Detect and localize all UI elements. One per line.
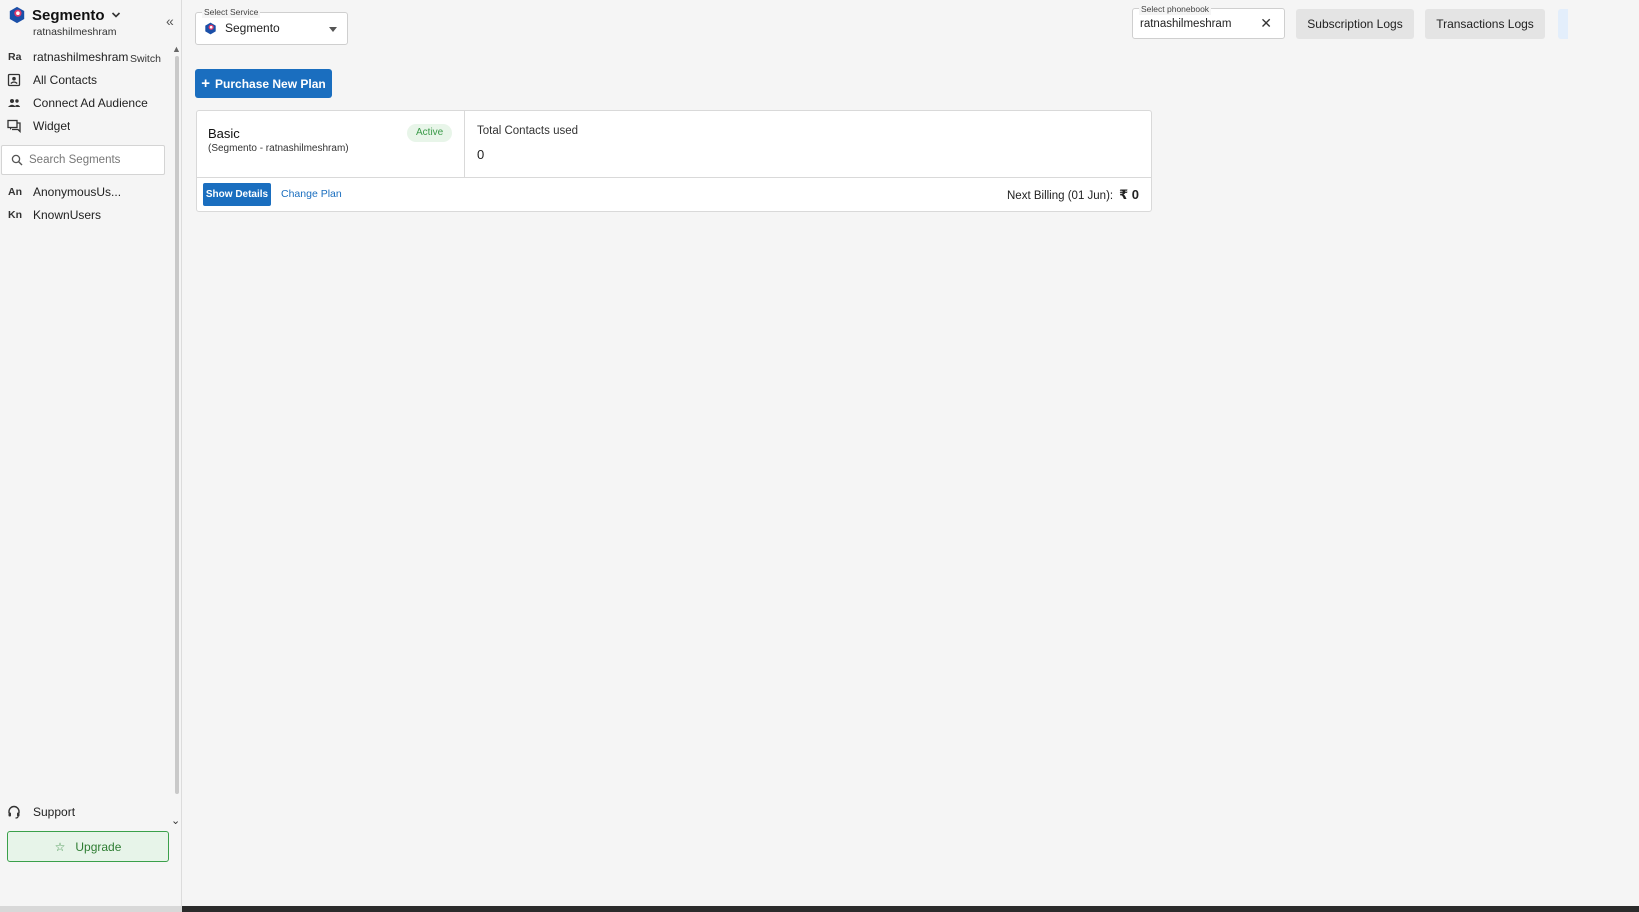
contacts-used-value: 0 (477, 147, 485, 162)
search-icon (11, 154, 23, 166)
sidebar-item-support[interactable]: Support (0, 801, 170, 823)
close-icon[interactable]: ✕ (1260, 15, 1272, 32)
sidebar-item-widget[interactable]: Widget (0, 115, 170, 137)
star-icon: ☆ (54, 839, 66, 854)
sidebar-item-connect-ad-audience[interactable]: Connect Ad Audience (0, 92, 170, 114)
purchase-new-plan-button[interactable]: + Purchase New Plan (195, 69, 332, 98)
show-details-button[interactable]: Show Details (203, 183, 271, 206)
caret-down-icon (329, 27, 337, 32)
taskbar-strip (0, 906, 1639, 912)
purchase-label: Purchase New Plan (215, 76, 326, 91)
upgrade-button[interactable]: ☆ Upgrade (7, 831, 169, 862)
plus-icon: + (201, 75, 211, 92)
transactions-logs-button[interactable]: Transactions Logs (1425, 9, 1545, 39)
plan-summary: Basic (Segmento - ratnashilmeshram) Acti… (197, 111, 465, 177)
plan-name: Basic (208, 126, 240, 141)
segment-label: AnonymousUs... (33, 185, 122, 199)
select-service-label: Select Service (202, 6, 261, 18)
segment-search-box[interactable] (1, 145, 165, 175)
sidebar-item-label: Widget (33, 119, 71, 133)
select-phonebook-field[interactable]: Select phonebook ratnashilmeshram ✕ (1132, 3, 1285, 39)
sidebar-item-label: All Contacts (33, 73, 98, 87)
switch-phonebook-link[interactable]: Switch (130, 53, 161, 65)
contacts-used-label: Total Contacts used (477, 125, 579, 137)
plan-card: Basic (Segmento - ratnashilmeshram) Acti… (196, 110, 1152, 212)
phonebook-avatar: Ra (8, 51, 22, 63)
sidebar-item-label: Support (33, 805, 76, 819)
double-chevron-left-icon[interactable]: « (166, 14, 174, 28)
change-plan-link[interactable]: Change Plan (281, 188, 342, 200)
account-name: ratnashilmeshram (33, 26, 117, 38)
select-service-dropdown[interactable]: Select Service Segmento (195, 6, 348, 45)
contacts-icon (0, 73, 33, 87)
app-name: Segmento (32, 6, 105, 24)
phonebook-label: ratnashilmeshram (33, 50, 129, 64)
segmento-logo-icon (205, 22, 216, 34)
sidebar-bottom-strip (0, 906, 182, 912)
plan-subtitle: (Segmento - ratnashilmeshram) (208, 143, 349, 154)
next-billing-label: Next Billing (01 Jun): (1007, 190, 1114, 202)
next-billing-amount: ₹ 0 (1119, 187, 1139, 202)
segment-avatar: An (8, 186, 22, 198)
upgrade-label: Upgrade (75, 839, 122, 854)
select-phonebook-value: ratnashilmeshram (1140, 18, 1232, 30)
sidebar-scrollbar[interactable] (175, 56, 179, 794)
search-segments-input[interactable] (29, 154, 159, 166)
status-badge: Active (407, 124, 453, 142)
next-billing: Next Billing (01 Jun): ₹ 0 (1007, 187, 1139, 203)
sidebar: Segmento ratnashilmeshram « Ra ratnashil… (0, 0, 182, 906)
chat-icon (0, 119, 33, 133)
clipped-button[interactable] (1558, 9, 1568, 39)
scroll-up-icon[interactable]: ▲ (172, 44, 181, 54)
people-icon (0, 96, 33, 110)
sidebar-item-all-contacts[interactable]: All Contacts (0, 69, 170, 91)
segment-item-anonymous[interactable]: An AnonymousUs... (0, 181, 170, 203)
select-service-value: Segmento (225, 21, 280, 35)
headset-icon (0, 805, 33, 819)
segment-item-known-users[interactable]: Kn KnownUsers (0, 204, 170, 226)
chevron-down-icon (111, 12, 120, 18)
segment-label: KnownUsers (33, 208, 102, 222)
select-phonebook-label: Select phonebook (1139, 3, 1212, 15)
sidebar-item-label: Connect Ad Audience (33, 96, 148, 110)
segment-avatar: Kn (8, 209, 22, 221)
chevron-down-icon[interactable]: ⌄ (171, 814, 180, 827)
segmento-logo-icon (9, 6, 25, 24)
subscription-logs-button[interactable]: Subscription Logs (1296, 9, 1414, 39)
app-switcher[interactable]: Segmento (8, 6, 121, 24)
divider (197, 177, 1151, 178)
